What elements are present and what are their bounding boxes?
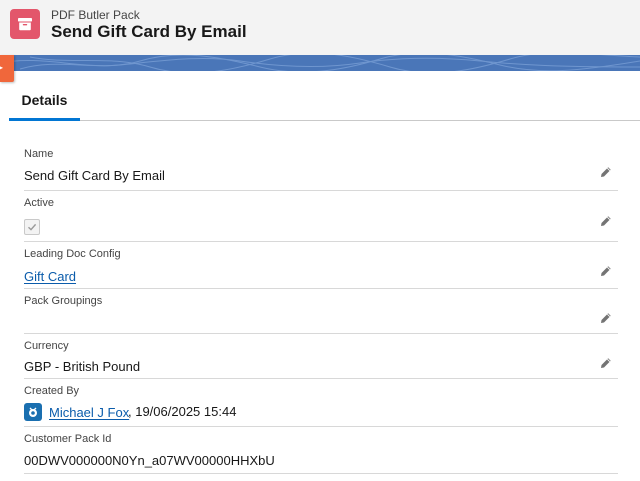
field-label: Customer Pack Id	[24, 433, 112, 445]
pencil-icon[interactable]	[600, 265, 612, 277]
caret-right-icon: ▸	[0, 63, 4, 72]
object-type-label: PDF Butler Pack	[51, 8, 140, 22]
field-name: Name Send Gift Card By Email	[24, 143, 618, 191]
field-customer-pack-id: Customer Pack Id 00DWV000000N0Yn_a07WV00…	[24, 427, 618, 474]
field-value: Send Gift Card By Email	[24, 168, 165, 183]
tab-details[interactable]: Details	[9, 82, 80, 121]
field-label: Name	[24, 148, 54, 160]
field-created-by: Created By Michael J Fox , 19/06/2025 15…	[24, 379, 618, 427]
field-active: Active	[24, 191, 618, 242]
pencil-icon[interactable]	[600, 312, 612, 324]
active-checkbox	[24, 219, 40, 235]
created-date: , 19/06/2025 15:44	[128, 404, 237, 419]
field-leading-doc-config: Leading Doc Config Gift Card	[24, 242, 618, 289]
checkmark-icon	[28, 223, 37, 231]
field-label: Created By	[24, 385, 80, 397]
field-label: Currency	[24, 340, 69, 352]
leading-doc-config-link[interactable]: Gift Card	[24, 269, 76, 284]
user-avatar-icon	[29, 407, 37, 417]
pencil-icon[interactable]	[600, 357, 612, 369]
utility-side-tab[interactable]: ▸	[0, 55, 14, 82]
page-title: Send Gift Card By Email	[51, 22, 247, 41]
avatar	[24, 403, 42, 421]
pencil-icon[interactable]	[600, 215, 612, 227]
created-by-user-link[interactable]: Michael J Fox	[49, 405, 129, 420]
header-banner	[0, 55, 640, 71]
field-label: Leading Doc Config	[24, 248, 121, 260]
field-currency: Currency GBP - British Pound	[24, 334, 618, 379]
pencil-icon[interactable]	[600, 166, 612, 178]
field-label: Active	[24, 197, 54, 209]
field-value: 00DWV000000N0Yn_a07WV00000HHXbU	[24, 453, 275, 468]
archive-box-icon	[10, 9, 40, 39]
tab-bar: Details	[9, 82, 640, 121]
field-label: Pack Groupings	[24, 295, 103, 307]
record-header: PDF Butler Pack Send Gift Card By Email	[0, 0, 640, 55]
field-value: GBP - British Pound	[24, 359, 141, 374]
field-pack-groupings: Pack Groupings	[24, 289, 618, 334]
